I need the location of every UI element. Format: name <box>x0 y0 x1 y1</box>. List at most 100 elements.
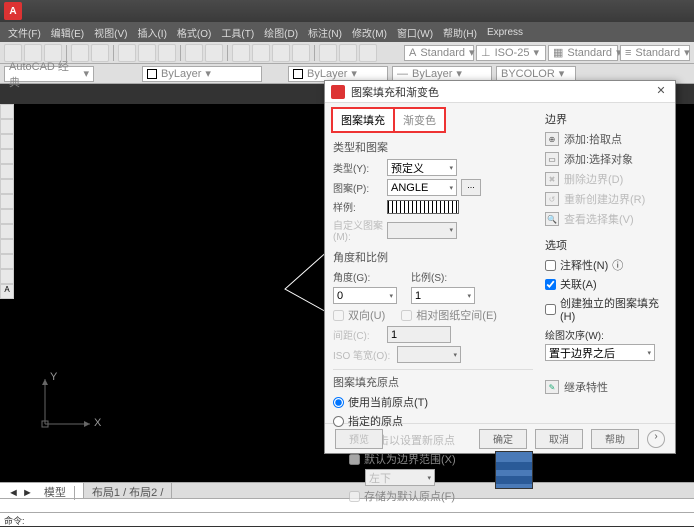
pattern-label: 图案(P): <box>333 180 383 195</box>
radio-current-origin[interactable]: 使用当前原点(T) <box>333 394 533 410</box>
tab-hatch[interactable]: 图案填充 <box>331 107 395 133</box>
associative-checkbox[interactable]: 关联(A) <box>545 276 667 292</box>
tb-preview[interactable] <box>91 44 109 62</box>
dialog-titlebar[interactable]: 图案填充和渐变色 ✕ <box>325 81 675 103</box>
tb-zoom-win[interactable] <box>292 44 310 62</box>
vt-arc[interactable] <box>0 149 14 164</box>
help-button[interactable]: 帮助 <box>591 429 639 449</box>
annotative-checkbox[interactable]: 注释性(N) ⓘ <box>545 257 667 273</box>
ok-button[interactable]: 确定 <box>479 429 527 449</box>
tb-zoom-ext[interactable] <box>272 44 290 62</box>
sample-swatch[interactable] <box>387 200 459 214</box>
menu-modify[interactable]: 修改(M) <box>348 23 391 42</box>
origin-preview <box>495 451 533 489</box>
view-selection-button: 🔍查看选择集(V) <box>545 211 667 227</box>
pattern-browse-button[interactable]: ... <box>461 179 481 196</box>
info-icon: ⓘ <box>612 257 623 273</box>
menu-format[interactable]: 格式(O) <box>173 23 215 42</box>
pick-icon: ⊕ <box>545 132 559 146</box>
custom-dropdown: ▾ <box>387 222 457 239</box>
dialog-title: 图案填充和渐变色 <box>351 84 653 100</box>
tb-zoom[interactable] <box>232 44 250 62</box>
textstyle-dd[interactable]: AStandard▾ <box>404 45 474 61</box>
extents-dropdown: 左下▾ <box>365 469 435 486</box>
vt-text[interactable] <box>0 239 14 254</box>
paper-checkbox: 相对图纸空间(E) <box>401 307 497 323</box>
menu-edit[interactable]: 编辑(E) <box>47 23 88 42</box>
separate-checkbox[interactable]: 创建独立的图案填充(H) <box>545 295 667 323</box>
menu-window[interactable]: 窗口(W) <box>393 23 437 42</box>
main-menu: 文件(F) 编辑(E) 视图(V) 插入(I) 格式(O) 工具(T) 绘图(D… <box>0 22 694 42</box>
vt-rect[interactable] <box>0 164 14 179</box>
section-type: 类型和图案 <box>333 139 533 155</box>
options-section: 选项 <box>545 237 667 253</box>
menu-help[interactable]: 帮助(H) <box>439 23 481 42</box>
menu-insert[interactable]: 插入(I) <box>133 23 170 42</box>
tb-pan[interactable] <box>252 44 270 62</box>
tab-model[interactable]: ◄ ► 模型 <box>0 483 84 498</box>
vt-ell[interactable] <box>0 194 14 209</box>
view-icon: 🔍 <box>545 212 559 226</box>
vt-poly[interactable] <box>0 179 14 194</box>
command-line-2[interactable]: 命令: <box>0 512 694 526</box>
vt-pline[interactable] <box>0 119 14 134</box>
tb-copy[interactable] <box>138 44 156 62</box>
vt-circle[interactable] <box>0 134 14 149</box>
tb-paste[interactable] <box>158 44 176 62</box>
vt-block[interactable] <box>0 269 14 284</box>
close-icon[interactable]: ✕ <box>653 84 669 100</box>
tab-gradient[interactable]: 渐变色 <box>395 107 446 133</box>
preview-button: 预览 <box>335 429 383 449</box>
cancel-button[interactable]: 取消 <box>535 429 583 449</box>
radio-specified-origin[interactable]: 指定的原点 <box>333 413 533 429</box>
mlstyle-dd[interactable]: ≡Standard▾ <box>620 45 690 61</box>
layer-btn2[interactable] <box>120 66 138 82</box>
standard-toolbar: AStandard▾ ⊥ISO-25▾ ▦Standard▾ ≡Standard… <box>0 42 694 64</box>
angle-dropdown[interactable]: 0▾ <box>333 287 397 304</box>
expand-button[interactable]: › <box>647 430 665 448</box>
sample-label: 样例: <box>333 199 383 214</box>
remove-icon: ✖ <box>545 172 559 186</box>
menu-dim[interactable]: 标注(N) <box>304 23 346 42</box>
tb-b[interactable] <box>339 44 357 62</box>
vt-line[interactable] <box>0 104 14 119</box>
scale-dropdown[interactable]: 1▾ <box>411 287 475 304</box>
custom-label: 自定义图案(M): <box>333 217 383 243</box>
tb-undo[interactable] <box>185 44 203 62</box>
layer-dd[interactable]: ByLayer▾ <box>142 66 262 82</box>
draworder-dropdown[interactable]: 置于边界之后▾ <box>545 344 655 361</box>
tb-c[interactable] <box>359 44 377 62</box>
tb-redo[interactable] <box>205 44 223 62</box>
tb-cut[interactable] <box>118 44 136 62</box>
recreate-icon: ↺ <box>545 192 559 206</box>
type-dropdown[interactable]: 预定义▾ <box>387 159 457 176</box>
tablestyle-dd[interactable]: ▦Standard▾ <box>548 45 618 61</box>
workspace-dd[interactable]: AutoCAD 经典▾ <box>4 66 94 82</box>
vt-a[interactable]: A <box>0 284 14 299</box>
axis-x-label: X <box>94 417 101 429</box>
add-pickpoints-button[interactable]: ⊕添加:拾取点 <box>545 131 667 147</box>
scale-label: 比例(S): <box>411 269 461 284</box>
add-select-button[interactable]: ▭添加:选择对象 <box>545 151 667 167</box>
layer-btn1[interactable] <box>98 66 116 82</box>
color-btn[interactable] <box>266 66 284 82</box>
menu-file[interactable]: 文件(F) <box>4 23 45 42</box>
vt-hatch[interactable] <box>0 224 14 239</box>
menu-express[interactable]: Express <box>483 25 527 40</box>
menu-tools[interactable]: 工具(T) <box>217 23 258 42</box>
pattern-dropdown[interactable]: ANGLE▾ <box>387 179 457 196</box>
boundary-section: 边界 <box>545 111 667 127</box>
tab-layouts[interactable]: 布局1 / 布局2 / <box>84 483 173 498</box>
dimstyle-dd[interactable]: ⊥ISO-25▾ <box>476 45 546 61</box>
tb-a[interactable] <box>319 44 337 62</box>
vt-spl[interactable] <box>0 209 14 224</box>
recreate-boundary-button: ↺重新创建边界(R) <box>545 191 667 207</box>
menu-view[interactable]: 视图(V) <box>90 23 131 42</box>
inherit-icon: ✎ <box>545 380 559 394</box>
select-icon: ▭ <box>545 152 559 166</box>
menu-draw[interactable]: 绘图(D) <box>260 23 302 42</box>
spacing-input: 1 <box>387 326 451 343</box>
vt-dim[interactable] <box>0 254 14 269</box>
inherit-button[interactable]: ✎继承特性 <box>545 379 667 395</box>
app-logo: A <box>4 2 22 20</box>
